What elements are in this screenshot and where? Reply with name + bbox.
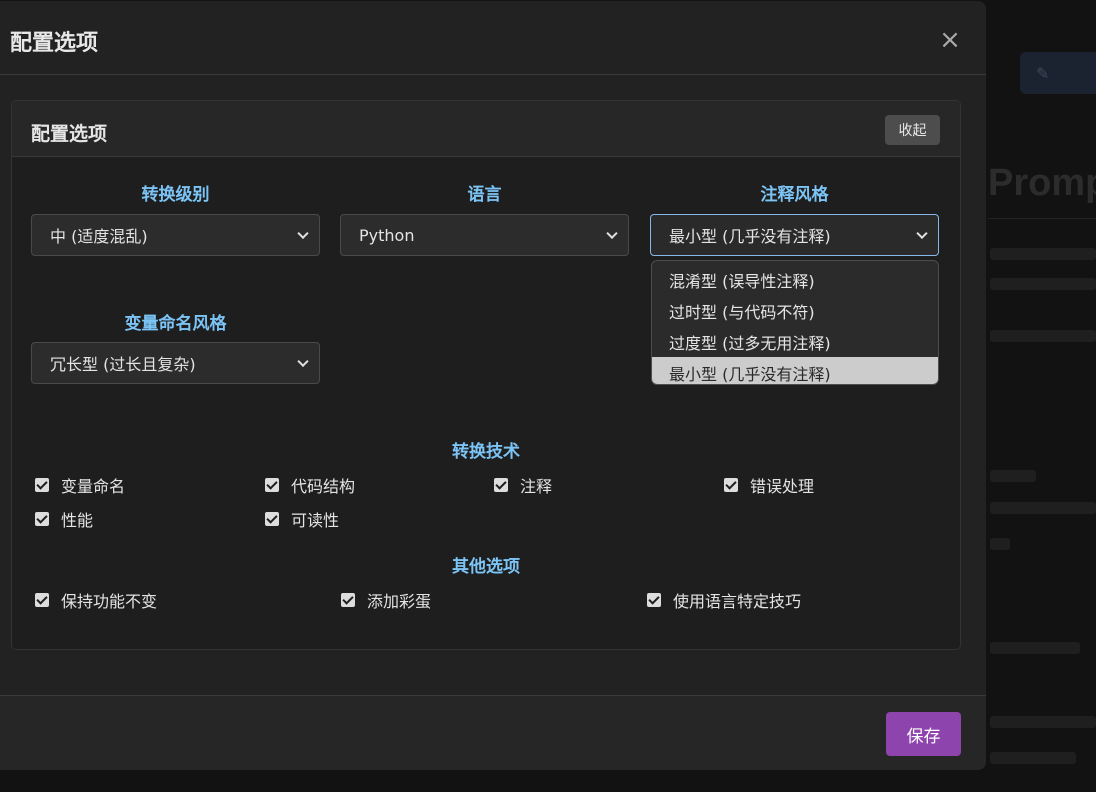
- checkbox-checked-icon[interactable]: [35, 478, 49, 492]
- background-divider: [988, 218, 1096, 219]
- chevron-down-icon: [297, 355, 309, 368]
- level-select-value: 中 (适度混乱): [50, 227, 148, 246]
- checkbox-checked-icon[interactable]: [341, 593, 355, 607]
- comment-style-select-value: 最小型 (几乎没有注释): [669, 227, 831, 246]
- technique-checkbox[interactable]: 变量命名: [35, 473, 125, 497]
- modal-title: 配置选项: [10, 31, 99, 56]
- background-text-line: [990, 330, 1096, 342]
- background-text-line: [990, 248, 1096, 260]
- other-options-title: 其他选项: [452, 557, 520, 577]
- option-checkbox[interactable]: 添加彩蛋: [341, 588, 431, 612]
- technique-label: 代码结构: [291, 477, 356, 496]
- naming-select-value: 冗长型 (过长且复杂): [50, 355, 196, 374]
- modal-footer: 保存: [0, 695, 986, 770]
- checkbox-checked-icon[interactable]: [647, 593, 661, 607]
- background-text-line: [990, 642, 1080, 654]
- technique-checkbox[interactable]: 可读性: [265, 507, 339, 531]
- checkbox-checked-icon[interactable]: [494, 478, 508, 492]
- chevron-down-icon: [606, 227, 618, 240]
- background-text-line: [990, 716, 1096, 728]
- naming-select[interactable]: 冗长型 (过长且复杂): [31, 342, 320, 384]
- background-title: Promp: [988, 162, 1096, 204]
- chevron-down-icon: [297, 227, 309, 240]
- dropdown-option[interactable]: 混淆型 (误导性注释): [652, 264, 938, 295]
- dropdown-option-selected[interactable]: 最小型 (几乎没有注释): [652, 357, 938, 384]
- background-text-line: [990, 278, 1096, 290]
- naming-label: 变量命名风格: [124, 314, 227, 334]
- technique-checkbox[interactable]: 代码结构: [265, 473, 355, 497]
- level-label: 转换级别: [141, 185, 210, 205]
- save-button[interactable]: 保存: [886, 712, 961, 756]
- checkbox-checked-icon[interactable]: [265, 512, 279, 526]
- card-header: 配置选项 收起: [12, 101, 960, 157]
- option-checkbox[interactable]: 保持功能不变: [35, 588, 157, 612]
- option-checkbox[interactable]: 使用语言特定技巧: [647, 588, 801, 612]
- background-text-line: [990, 470, 1036, 482]
- background-text-line: [990, 538, 1010, 550]
- comment-style-dropdown: 混淆型 (误导性注释) 过时型 (与代码不符) 过度型 (过多无用注释) 最小型…: [651, 260, 939, 385]
- technique-label: 可读性: [291, 511, 340, 530]
- language-select[interactable]: Python: [340, 214, 629, 256]
- language-label: 语言: [467, 185, 502, 205]
- level-select[interactable]: 中 (适度混乱): [31, 214, 320, 256]
- dropdown-option[interactable]: 过时型 (与代码不符): [652, 295, 938, 326]
- language-select-value: Python: [359, 225, 415, 245]
- option-label: 使用语言特定技巧: [673, 592, 802, 611]
- background-edit-button: ✎: [1020, 52, 1096, 94]
- techniques-title: 转换技术: [452, 442, 520, 462]
- config-card: 配置选项 收起 转换级别 中 (适度混乱) 语言 Python 注释风格 最小型…: [11, 100, 961, 650]
- checkbox-checked-icon[interactable]: [35, 593, 49, 607]
- technique-label: 性能: [61, 511, 94, 530]
- technique-checkbox[interactable]: 注释: [494, 473, 552, 497]
- card-title: 配置选项: [31, 123, 108, 145]
- technique-checkbox[interactable]: 错误处理: [724, 473, 814, 497]
- comment-style-select[interactable]: 最小型 (几乎没有注释): [650, 214, 939, 256]
- comment-style-label: 注释风格: [760, 185, 829, 205]
- checkbox-checked-icon[interactable]: [724, 478, 738, 492]
- checkbox-checked-icon[interactable]: [35, 512, 49, 526]
- technique-label: 错误处理: [750, 477, 815, 496]
- config-modal: 配置选项 × 配置选项 收起 转换级别 中 (适度混乱) 语言 Python 注…: [0, 1, 986, 770]
- collapse-button[interactable]: 收起: [885, 115, 940, 145]
- technique-checkbox[interactable]: 性能: [35, 507, 93, 531]
- background-text-line: [990, 752, 1076, 764]
- technique-label: 变量命名: [61, 477, 126, 496]
- option-label: 保持功能不变: [61, 592, 158, 611]
- close-button[interactable]: ×: [938, 25, 962, 55]
- technique-label: 注释: [520, 477, 553, 496]
- checkbox-checked-icon[interactable]: [265, 478, 279, 492]
- background-text-line: [990, 502, 1096, 514]
- dropdown-option[interactable]: 过度型 (过多无用注释): [652, 326, 938, 357]
- option-label: 添加彩蛋: [367, 592, 432, 611]
- modal-header: 配置选项 ×: [0, 1, 986, 75]
- chevron-down-icon: [916, 227, 928, 240]
